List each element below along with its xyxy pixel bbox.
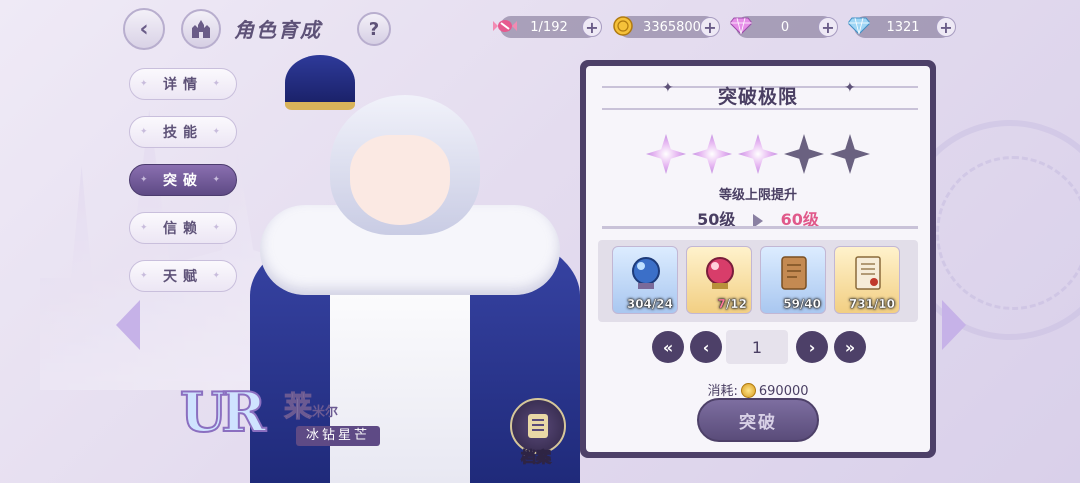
character-name-rest: 米尔 — [312, 405, 339, 420]
character-face — [350, 135, 450, 225]
next-button[interactable]: › — [796, 331, 828, 363]
cost-row: 消耗: 690000 — [586, 380, 930, 399]
home-button[interactable] — [181, 9, 221, 49]
help-button[interactable]: ? — [357, 12, 391, 46]
document-scroll-icon — [855, 256, 881, 290]
archive-label: 档案 — [520, 448, 552, 467]
breakthrough-stars — [646, 134, 876, 174]
material-count: 59/40 — [783, 297, 821, 311]
cost-label: 消耗: — [707, 384, 738, 399]
cost-value: 690000 — [758, 384, 809, 399]
material-count: 731/10 — [848, 297, 895, 311]
material-item[interactable]: 731/10 — [834, 246, 900, 314]
resource-diamond: 1321 + — [848, 16, 956, 38]
double-chevron-right-icon: » — [844, 337, 856, 357]
materials-list: 304/24 7/12 59/40 731/10 — [598, 240, 918, 322]
pink-gem-value: 0 — [780, 19, 790, 35]
material-required-count: /12 — [725, 297, 747, 311]
rarity-badge: UR — [179, 379, 267, 445]
menu-item-trust[interactable]: 信赖 — [129, 212, 237, 244]
top-bar: ‹ 角色育成 ? 1/192 + 3365800 + 0 + 1321 + — [0, 0, 1080, 56]
blue-diamond-icon — [846, 13, 872, 39]
stamina-value: 1/192 — [530, 19, 568, 35]
level-cap-label: 等级上限提升 — [718, 188, 797, 203]
add-diamond-button[interactable]: + — [936, 17, 956, 37]
material-owned-count: 7 — [717, 297, 726, 311]
divider — [602, 226, 918, 229]
gold-value: 3365800 — [643, 19, 701, 35]
gold-coin-icon — [740, 383, 756, 398]
character-title: 冰钻星芒 — [296, 426, 381, 446]
character-name-main: 莱 — [283, 390, 313, 424]
chevron-right-icon: › — [808, 337, 816, 357]
star-icon-lit — [738, 134, 778, 174]
first-page-button[interactable]: « — [652, 331, 684, 363]
star-icon-empty — [830, 134, 870, 174]
back-button[interactable]: ‹ — [123, 8, 165, 50]
character-name: 莱米尔 — [283, 385, 339, 425]
breakthrough-panel-body: ✦ ✦ 突破极限 等级上限提升 50级 60级 304/24 7/12 59/4… — [586, 66, 930, 452]
quantity-input[interactable] — [726, 330, 788, 364]
menu-item-details[interactable]: 详情 — [129, 68, 237, 100]
page-title: 角色育成 — [234, 18, 322, 42]
resource-stamina: 1/192 + — [493, 16, 602, 38]
breakthrough-panel: ✦ ✦ 突破极限 等级上限提升 50级 60级 304/24 7/12 59/4… — [580, 60, 936, 458]
add-pink-gem-button[interactable]: + — [818, 17, 838, 37]
chevron-left-icon: ‹ — [139, 16, 149, 42]
menu-item-breakthrough[interactable]: 突破 — [129, 164, 237, 196]
material-count: 304/24 — [626, 297, 673, 311]
last-page-button[interactable]: » — [834, 331, 866, 363]
book-icon — [528, 414, 548, 438]
diamond-value: 1321 — [886, 19, 920, 35]
red-orb-icon — [706, 257, 734, 289]
material-count: 7/12 — [717, 297, 747, 311]
star-icon-lit — [646, 134, 686, 174]
breakthrough-button[interactable]: 突破 — [697, 398, 819, 442]
quantity-pager: « ‹ › » — [652, 330, 872, 364]
add-stamina-button[interactable]: + — [582, 17, 602, 37]
castle-icon — [192, 20, 210, 38]
chevron-left-icon: ‹ — [702, 337, 710, 357]
star-icon-empty — [784, 134, 824, 174]
panel-title: 突破极限 — [717, 86, 798, 108]
resource-pink-gem: 0 + — [730, 16, 838, 38]
material-item[interactable]: 304/24 — [612, 246, 678, 314]
star-icon-lit — [692, 134, 732, 174]
material-item[interactable]: 59/40 — [760, 246, 826, 314]
material-item[interactable]: 7/12 — [686, 246, 752, 314]
menu-item-talent[interactable]: 天赋 — [129, 260, 237, 292]
add-gold-button[interactable]: + — [700, 17, 720, 37]
previous-character-arrow[interactable] — [116, 300, 140, 350]
previous-button[interactable]: ‹ — [690, 331, 722, 363]
pink-gem-icon — [728, 13, 754, 39]
double-chevron-left-icon: « — [662, 337, 674, 357]
crown-icon — [285, 55, 355, 110]
blue-orb-icon — [632, 257, 660, 289]
gold-coin-icon — [610, 13, 636, 39]
candy-icon — [492, 13, 518, 39]
scroll-icon — [781, 256, 807, 290]
resource-gold: 3365800 + — [613, 16, 720, 38]
menu-item-skills[interactable]: 技能 — [129, 116, 237, 148]
next-character-arrow[interactable] — [942, 300, 966, 350]
